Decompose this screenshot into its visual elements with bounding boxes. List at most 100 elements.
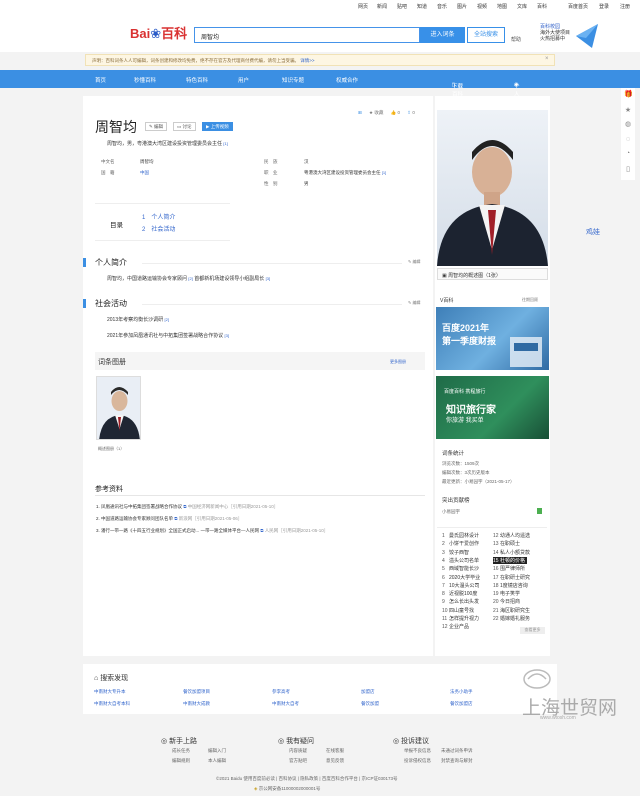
footer-link[interactable]: 投诉侵权信息 [404,758,431,764]
top-link-video[interactable]: 视频 [477,3,487,10]
footer-link[interactable]: 封禁查询与解封 [441,758,473,764]
bio-ref-2[interactable]: [3] [266,276,270,281]
login-link[interactable]: 登录 [599,3,609,10]
discovery-link[interactable]: 参李高考 [272,689,290,695]
top-link-zhidao[interactable]: 知道 [417,3,427,10]
rank-item[interactable]: 11 怎样提升视力 [442,615,479,622]
discovery-link[interactable]: 加盟店 [361,689,375,695]
catalog-item-activities[interactable]: 2 社会活动 [142,224,175,233]
share-button[interactable]: ⇪ 0 [407,110,415,115]
discovery-link[interactable]: 中南财大自考本科 [94,701,130,707]
rank-item[interactable]: 4 溢头公司名单 [442,557,479,564]
rank-item[interactable]: 7 10大温头公司 [442,582,480,589]
photo-caption[interactable]: ▣ 周智均的概述图（1张） [437,268,548,280]
section-edit-activities[interactable]: ✎ 编辑 [408,300,420,306]
activity-ref-1[interactable]: [2] [165,317,169,322]
reference-item[interactable]: 1. 凤凰通讯社与中拓集团签署战略合作协议 ⧉ 中国经济网新闻中心［引用日期20… [96,504,278,510]
phone-icon[interactable]: ▯ [624,166,632,174]
favorite-button[interactable]: ★ 收藏 [369,110,383,115]
footer-link[interactable]: 未通过词条申诉 [441,748,473,754]
baidu-earnings-banner[interactable]: 百度2021年 第一季度财报 [436,307,549,370]
notice-detail-link[interactable]: 详情>> [300,58,314,63]
nav-partners[interactable]: 权威合作 [336,76,358,84]
rank-item[interactable]: 21海区职研究生 [493,607,530,614]
edit-button[interactable]: ✎ 编辑 [145,122,168,131]
footer-link[interactable]: 成长任务 [172,748,190,754]
occupation-ref[interactable]: [1] [382,170,386,175]
bio-ref-1[interactable]: [2] [188,276,192,281]
rank-item[interactable]: 13在职硕士 [493,540,520,547]
rank-item[interactable]: 5 西域智能长沙 [442,565,479,572]
gallery-thumbnail[interactable] [96,376,141,440]
rank-item[interactable]: 12企业产品 [442,623,469,630]
rank-item[interactable]: 9 怎么长出头发 [442,598,479,605]
rank-item[interactable]: 16围严律师所 [493,565,525,572]
section-edit-bio[interactable]: ✎ 编辑 [408,259,420,265]
rank-item[interactable]: 10四山童号找 [442,607,474,614]
footer-link[interactable]: 意见反馈 [326,758,344,764]
discovery-link[interactable]: 餐饮加盟店 [450,701,473,707]
rank-item[interactable]: 12幼通人均遥选 [493,532,530,539]
discuss-button[interactable]: ▭ 讨论 [173,122,196,131]
beian-text[interactable]: 京公网安备11000002000001号 [259,786,321,791]
nav-home[interactable]: 首页 [95,76,106,84]
rank-item[interactable]: 8 近视脱100度 [442,590,477,597]
footer-link[interactable]: 本人编辑 [208,758,226,764]
rank-item[interactable]: 6 2020大学毕业 [442,574,480,581]
weibo-icon[interactable]: ◍ [624,121,632,129]
footer-link[interactable]: 内容质疑 [289,748,307,754]
summary-ref[interactable]: [1] [223,141,227,146]
rank-item[interactable]: 3 饺子西智 [442,549,469,556]
rank-item[interactable]: 22婚嫁婚礼服务 [493,615,530,622]
rank-item[interactable]: 2 小饼干爱创作 [442,540,479,547]
gift-icon[interactable]: 🎁 [624,91,633,99]
discovery-link[interactable]: 法务小助手 [450,689,473,695]
discovery-link[interactable]: 中南财大成教 [183,701,210,707]
rank-item[interactable]: 14私人小额贷款 [493,549,530,556]
upload-video-button[interactable]: ▶ 上传视频 [202,122,233,131]
footer-link[interactable]: 编辑规则 [172,758,190,764]
nav-special[interactable]: 特色百科 [186,76,208,84]
stat-edits[interactable]: 编辑次数：3次历史版本 [442,470,490,476]
close-icon[interactable]: × [545,56,549,62]
nav-miaodong[interactable]: 秒懂百科 [134,76,156,84]
footer-link[interactable]: 举报不良信息 [404,748,431,754]
info-val-nationality[interactable]: 中国 [140,170,149,176]
floating-link[interactable]: 鸡娃 [586,227,600,237]
rank-item[interactable]: 15杜顿的价格 [493,556,528,564]
qq-icon[interactable]: ◔ [624,150,632,158]
star-icon[interactable]: ★ [624,107,632,115]
nav-topics[interactable]: 知识专题 [282,76,304,84]
rank-more-button[interactable]: 查看更多 [520,627,545,634]
v-baike-more[interactable]: 往期回顾 [522,297,538,303]
discovery-link[interactable]: 中南财大自考 [272,701,299,707]
rank-item[interactable]: 19电子笑学 [493,590,520,597]
reference-item[interactable]: 3. 潘行一带一路《十四五行业规划》全国正式启动... 一带一路全媒体平台—人民… [96,528,328,534]
top-link-map[interactable]: 地图 [497,3,507,10]
summary-photo[interactable] [437,110,548,266]
top-link-news[interactable]: 新闻 [377,3,387,10]
top-link-baike[interactable]: 百科 [537,3,547,10]
gallery-more-link[interactable]: 更多图册 [390,359,406,365]
campus-promo[interactable]: 百科校园 海外大使项目 火热招募中 [540,24,570,42]
top-link-home[interactable]: 百度首页 [568,3,588,10]
rank-item[interactable]: 20今日招商 [493,598,520,605]
baike-logo[interactable]: Bai❀百科 [130,23,187,42]
rank-item[interactable]: 17在职研士研究 [493,574,530,581]
discovery-link[interactable]: 中南财大专升本 [94,689,126,695]
footer-link[interactable]: 编辑入门 [208,748,226,754]
register-link[interactable]: 注册 [620,3,630,10]
catalog-item-bio[interactable]: 1 个人简介 [142,212,175,221]
nav-user[interactable]: 用户 [238,76,249,84]
contributor-name[interactable]: 小易园宇 [442,509,460,515]
discovery-link[interactable]: 餐饮加盟项目 [183,689,210,695]
rank-item[interactable]: 181度镜店咨询 [493,582,528,589]
top-link-images[interactable]: 图片 [457,3,467,10]
like-button[interactable]: 👍 0 [391,110,400,115]
enter-entry-button[interactable]: 进入词条 [420,27,465,43]
help-link[interactable]: 帮助 [511,36,521,43]
discovery-link[interactable]: 餐饮加盟 [361,701,379,707]
activity-ref-2[interactable]: [3] [225,333,229,338]
travel-banner[interactable]: 百度百科 携程旅行 知识旅行家 你旅游 我买单 [436,376,549,439]
reference-item[interactable]: 2. 中国道路运输协会专家顾问团队名单 ⧉ 新浪网［引用日期2021-05-06… [96,516,242,522]
